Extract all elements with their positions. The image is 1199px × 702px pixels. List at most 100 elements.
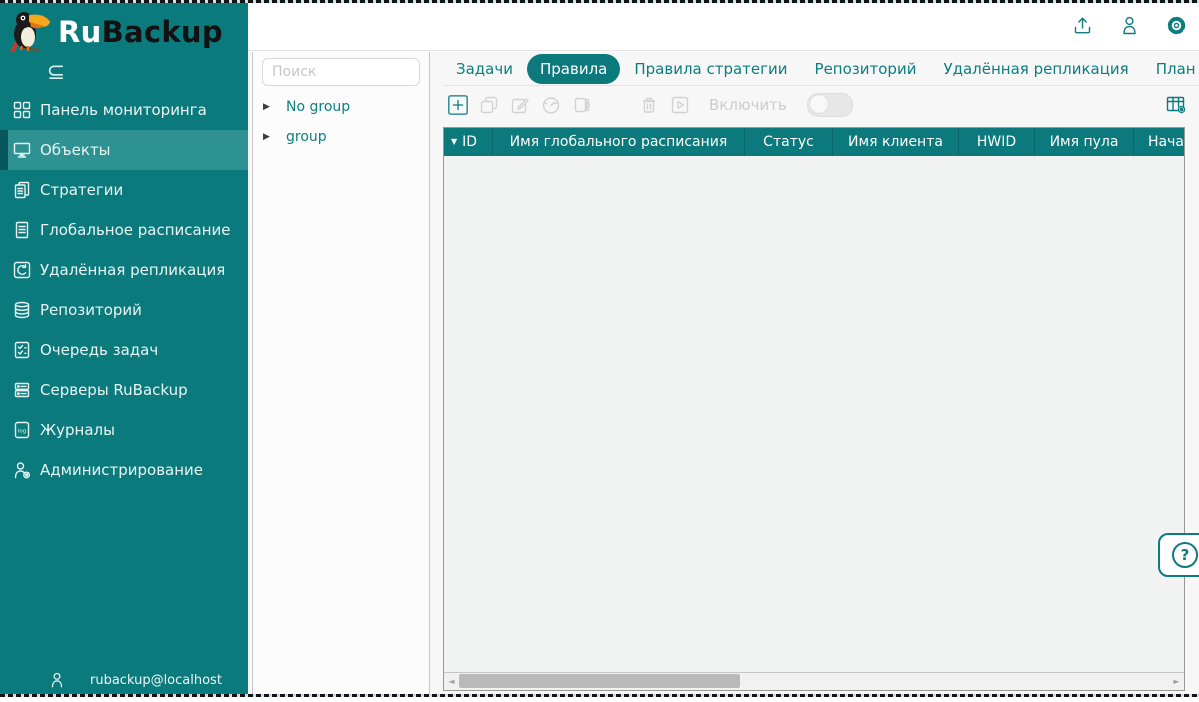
- collapse-sidebar-icon[interactable]: ⊆: [42, 58, 70, 86]
- groups-panel: ▶ No group ▶ group: [252, 52, 430, 695]
- user-account-icon[interactable]: [1118, 14, 1141, 37]
- scroll-left-icon[interactable]: ◄: [444, 673, 459, 690]
- logged-in-user: rubackup@localhost: [90, 673, 222, 688]
- table-body-empty: [444, 156, 1184, 672]
- sidebar-menu: Панель мониторинга Объекты Стратегии Гло…: [0, 90, 248, 490]
- add-rule-button[interactable]: [446, 93, 470, 117]
- enable-label: Включить: [709, 96, 787, 114]
- sidebar-item-label: Удалённая репликация: [40, 261, 225, 279]
- toggle-knob: [810, 95, 828, 113]
- group-tree: ▶ No group ▶ group: [253, 92, 429, 152]
- duplicate-button[interactable]: [477, 93, 501, 117]
- column-header-period-start[interactable]: Начало периода: [1133, 128, 1184, 156]
- column-header-pool-name[interactable]: Имя пула: [1034, 128, 1133, 156]
- sidebar-item-label: Очередь задач: [40, 341, 158, 359]
- sidebar-item-task-queue[interactable]: Очередь задач: [0, 330, 248, 370]
- tab-rules[interactable]: Правила: [527, 54, 620, 84]
- toolbar: Включить: [443, 86, 1199, 124]
- help-button[interactable]: ?: [1158, 533, 1199, 577]
- schedule-clock-button[interactable]: [539, 93, 563, 117]
- column-header-client-name[interactable]: Имя клиента: [832, 128, 958, 156]
- tree-item-no-group[interactable]: ▶ No group: [253, 92, 429, 122]
- column-label: Статус: [763, 134, 814, 150]
- tab-tasks[interactable]: Задачи: [443, 54, 526, 84]
- servers-icon: [12, 380, 32, 400]
- toucan-logo-icon: [8, 9, 54, 55]
- screenshot-dashed-border-top: [0, 0, 1199, 3]
- objects-monitor-icon: [12, 140, 32, 160]
- column-label: Имя клиента: [848, 134, 943, 150]
- screenshot-dashed-border-bottom: [0, 694, 1199, 697]
- tree-item-label: No group: [286, 99, 350, 115]
- sidebar-item-objects[interactable]: Объекты: [0, 130, 248, 170]
- copy-properties-button[interactable]: [570, 93, 594, 117]
- delete-button[interactable]: [637, 93, 661, 117]
- sort-desc-icon: ▼: [451, 138, 457, 146]
- tree-item-group[interactable]: ▶ group: [253, 122, 429, 152]
- sidebar-item-remote-replication[interactable]: Удалённая репликация: [0, 250, 248, 290]
- sidebar-item-label: Серверы RuBackup: [40, 381, 188, 399]
- column-label: HWID: [977, 134, 1016, 150]
- sidebar-item-global-schedule[interactable]: Глобальное расписание: [0, 210, 248, 250]
- column-header-schedule-name[interactable]: Имя глобального расписания: [492, 128, 744, 156]
- rules-table: ▼ ID Имя глобального расписания Статус И…: [443, 127, 1185, 691]
- tab-recovery-plan[interactable]: План восстановления: [1143, 54, 1199, 84]
- logo-ru-text: Ru: [58, 15, 102, 49]
- column-header-hwid[interactable]: HWID: [958, 128, 1034, 156]
- tree-expand-icon[interactable]: ▶: [263, 132, 273, 142]
- column-label: Имя глобального расписания: [510, 134, 728, 150]
- logo-backup-text: Backup: [102, 15, 223, 49]
- svg-text:log: log: [18, 428, 26, 434]
- repository-icon: [12, 300, 32, 320]
- column-header-status[interactable]: Статус: [744, 128, 832, 156]
- sidebar-item-label: Стратегии: [40, 181, 123, 199]
- search-input[interactable]: [262, 58, 420, 86]
- sidebar-item-dashboard[interactable]: Панель мониторинга: [0, 90, 248, 130]
- sidebar-item-label: Журналы: [40, 421, 115, 439]
- user-icon: [48, 671, 66, 689]
- sidebar-item-servers[interactable]: Серверы RuBackup: [0, 370, 248, 410]
- column-label: ID: [462, 134, 477, 150]
- scrollbar-thumb[interactable]: [459, 674, 740, 688]
- sidebar-item-administration[interactable]: Администрирование: [0, 450, 248, 490]
- tab-remote-replication[interactable]: Удалённая репликация: [930, 54, 1141, 84]
- sidebar-item-logs[interactable]: log Журналы: [0, 410, 248, 450]
- tab-repository[interactable]: Репозиторий: [802, 54, 930, 84]
- settings-gear-icon[interactable]: [1165, 14, 1188, 37]
- sidebar-item-strategies[interactable]: Стратегии: [0, 170, 248, 210]
- sidebar-item-repository[interactable]: Репозиторий: [0, 290, 248, 330]
- column-header-id[interactable]: ▼ ID: [444, 128, 492, 156]
- table-settings-icon[interactable]: [1165, 94, 1187, 116]
- edit-button[interactable]: [508, 93, 532, 117]
- tab-bar: Задачи Правила Правила стратегии Репозит…: [443, 52, 1199, 86]
- enable-toggle[interactable]: [807, 93, 853, 117]
- sidebar-footer: rubackup@localhost: [48, 671, 222, 689]
- logs-icon: log: [12, 420, 32, 440]
- sidebar-item-label: Администрирование: [40, 461, 203, 479]
- column-label: Начало периода: [1148, 134, 1184, 150]
- app-logo: RuBackup: [0, 0, 248, 58]
- main-panel: Задачи Правила Правила стратегии Репозит…: [443, 52, 1199, 695]
- tree-item-label: group: [286, 129, 327, 145]
- task-queue-icon: [12, 340, 32, 360]
- upload-icon[interactable]: [1071, 14, 1094, 37]
- run-button[interactable]: [668, 93, 692, 117]
- sidebar-item-label: Объекты: [40, 141, 111, 159]
- help-icon: ?: [1172, 542, 1198, 568]
- scroll-right-icon[interactable]: ►: [1169, 673, 1184, 690]
- sidebar: RuBackup ⊆ Панель мониторинга Объекты Ст…: [0, 0, 248, 695]
- tab-strategy-rules[interactable]: Правила стратегии: [621, 54, 800, 84]
- sidebar-item-label: Репозиторий: [40, 301, 142, 319]
- administration-icon: [12, 460, 32, 480]
- tree-expand-icon[interactable]: ▶: [263, 102, 273, 112]
- sidebar-item-label: Панель мониторинга: [40, 101, 207, 119]
- table-header-row: ▼ ID Имя глобального расписания Статус И…: [444, 128, 1184, 156]
- column-label: Имя пула: [1050, 134, 1119, 150]
- topbar-icons: [1071, 14, 1188, 37]
- sidebar-item-label: Глобальное расписание: [40, 221, 231, 239]
- topbar: [248, 0, 1199, 51]
- content-area: ▶ No group ▶ group Задачи Правила Правил…: [248, 52, 1199, 695]
- remote-replication-icon: [12, 260, 32, 280]
- dashboard-icon: [12, 100, 32, 120]
- horizontal-scrollbar[interactable]: ◄ ►: [444, 672, 1184, 690]
